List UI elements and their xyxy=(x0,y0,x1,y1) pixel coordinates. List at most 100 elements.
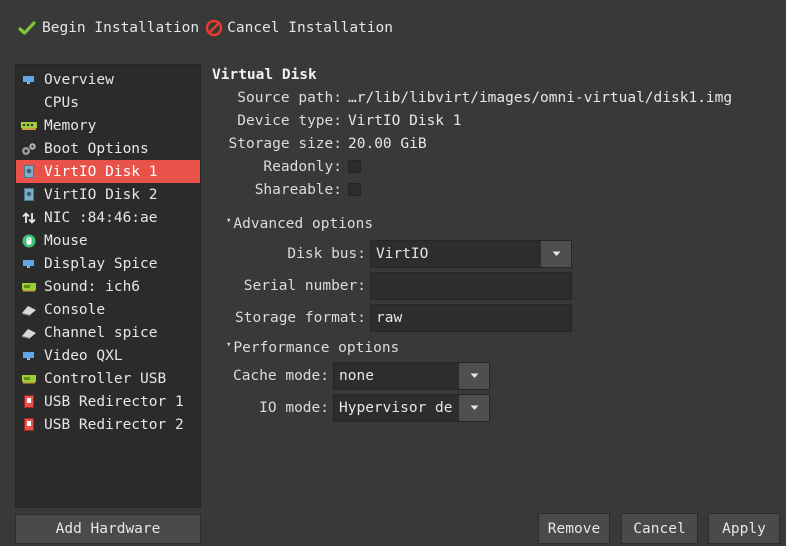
source-path-row: Source path: …r/lib/libvirt/images/omni-… xyxy=(212,86,780,109)
sidebar-item-label: Console xyxy=(44,301,106,318)
expander-arrow-icon: ▾ xyxy=(226,340,232,350)
disk-icon xyxy=(20,165,38,179)
disk-bus-value: VirtIO xyxy=(376,246,429,262)
sidebar-item-label: Memory xyxy=(44,117,97,134)
usb-redirector-icon xyxy=(20,418,38,432)
sidebar-item-label: Controller USB xyxy=(44,370,167,387)
chevron-down-icon xyxy=(541,241,571,267)
sidebar-item-label: VirtIO Disk 2 xyxy=(44,186,158,203)
sidebar-item-label: Channel spice xyxy=(44,324,158,341)
controller-icon xyxy=(20,372,38,386)
sidebar-item-virtio-disk-2[interactable]: VirtIO Disk 2 xyxy=(16,183,200,206)
shareable-checkbox[interactable] xyxy=(348,183,361,196)
toolbar: Begin Installation Cancel Installation xyxy=(0,0,786,56)
sidebar-item-label: Boot Options xyxy=(44,140,149,157)
monitor-icon xyxy=(20,73,38,87)
cpu-icon xyxy=(20,96,38,110)
apply-button[interactable]: Apply xyxy=(708,513,780,544)
performance-options-expander[interactable]: ▾ Performance options xyxy=(226,337,780,359)
io-mode-select[interactable]: Hypervisor de xyxy=(333,394,490,422)
sidebar-item-usb-redirector-1[interactable]: USB Redirector 1 xyxy=(16,390,200,413)
channel-icon xyxy=(20,326,38,340)
io-mode-value: Hypervisor de xyxy=(339,400,453,416)
checkmark-icon xyxy=(18,20,36,36)
cancel-installation-label: Cancel Installation xyxy=(227,20,394,36)
disk-bus-select[interactable]: VirtIO xyxy=(370,240,572,268)
sidebar-item-console[interactable]: Console xyxy=(16,298,200,321)
expander-arrow-icon: ▾ xyxy=(226,216,232,226)
readonly-checkbox[interactable] xyxy=(348,160,361,173)
io-mode-label: IO mode: xyxy=(259,400,329,416)
sidebar-item-label: NIC :84:46:ae xyxy=(44,209,158,226)
advanced-options-expander[interactable]: ▾ Advanced options xyxy=(226,213,780,235)
sound-card-icon xyxy=(20,280,38,294)
hardware-list: Overview CPUs Memory Boot Options VirtIO… xyxy=(15,64,201,508)
add-hardware-button[interactable]: Add Hardware xyxy=(15,514,201,544)
readonly-label: Readonly: xyxy=(263,158,342,175)
cancel-icon xyxy=(205,19,223,37)
chevron-down-icon xyxy=(459,363,489,389)
sidebar-item-sound[interactable]: Sound: ich6 xyxy=(16,275,200,298)
cancel-installation-button[interactable]: Cancel Installation xyxy=(205,19,393,37)
sidebar-item-display-spice[interactable]: Display Spice xyxy=(16,252,200,275)
serial-number-label: Serial number: xyxy=(243,278,366,294)
serial-number-row: Serial number: xyxy=(212,271,780,301)
sidebar-item-cpus[interactable]: CPUs xyxy=(16,91,200,114)
device-type-value: VirtIO Disk 1 xyxy=(348,112,462,129)
sidebar-item-label: VirtIO Disk 1 xyxy=(44,163,158,180)
disk-bus-label: Disk bus: xyxy=(287,246,366,262)
begin-installation-label: Begin Installation xyxy=(42,20,200,36)
sidebar-item-controller-usb[interactable]: Controller USB xyxy=(16,367,200,390)
device-type-row: Device type: VirtIO Disk 1 xyxy=(212,109,780,132)
storage-format-label: Storage format: xyxy=(235,310,366,326)
sidebar-item-label: Sound: ich6 xyxy=(44,278,141,295)
cache-mode-label: Cache mode: xyxy=(232,368,329,384)
memory-icon xyxy=(20,119,38,133)
device-type-label: Device type: xyxy=(237,112,342,129)
remove-button[interactable]: Remove xyxy=(538,513,610,544)
cache-mode-select[interactable]: none xyxy=(333,362,490,390)
sidebar-item-memory[interactable]: Memory xyxy=(16,114,200,137)
sidebar-item-overview[interactable]: Overview xyxy=(16,68,200,91)
storage-format-row: Storage format: xyxy=(212,303,780,333)
sidebar-item-mouse[interactable]: Mouse xyxy=(16,229,200,252)
serial-number-input[interactable] xyxy=(370,272,572,300)
disk-bus-row: Disk bus: VirtIO xyxy=(212,239,780,269)
sidebar-item-video-qxl[interactable]: Video QXL xyxy=(16,344,200,367)
sidebar-item-virtio-disk-1[interactable]: VirtIO Disk 1 xyxy=(16,160,200,183)
source-path-label: Source path: xyxy=(237,89,342,106)
sidebar-item-label: USB Redirector 2 xyxy=(44,416,184,433)
sidebar-item-label: Overview xyxy=(44,71,114,88)
shareable-label: Shareable: xyxy=(254,181,342,198)
vm-hardware-window: Begin Installation Cancel Installation O… xyxy=(0,0,786,546)
console-icon xyxy=(20,303,38,317)
cache-mode-value: none xyxy=(339,368,374,384)
storage-size-label: Storage size: xyxy=(228,135,343,152)
sidebar-item-usb-redirector-2[interactable]: USB Redirector 2 xyxy=(16,413,200,436)
cache-mode-row: Cache mode: none xyxy=(212,361,780,391)
sidebar-item-label: Display Spice xyxy=(44,255,158,272)
shareable-row: Shareable: xyxy=(212,178,780,201)
sidebar-item-label: CPUs xyxy=(44,94,79,111)
begin-installation-button[interactable]: Begin Installation xyxy=(18,20,199,36)
gears-icon xyxy=(20,142,38,156)
chevron-down-icon xyxy=(459,395,489,421)
sidebar-item-label: Mouse xyxy=(44,232,88,249)
sidebar-item-label: Video QXL xyxy=(44,347,123,364)
readonly-row: Readonly: xyxy=(212,155,780,178)
storage-format-input[interactable] xyxy=(370,304,572,332)
sidebar-item-nic[interactable]: NIC :84:46:ae xyxy=(16,206,200,229)
usb-redirector-icon xyxy=(20,395,38,409)
video-icon xyxy=(20,349,38,363)
display-icon xyxy=(20,257,38,271)
sidebar-item-channel-spice[interactable]: Channel spice xyxy=(16,321,200,344)
cancel-button[interactable]: Cancel xyxy=(621,513,698,544)
source-path-value: …r/lib/libvirt/images/omni-virtual/disk1… xyxy=(348,89,733,106)
sidebar-item-boot-options[interactable]: Boot Options xyxy=(16,137,200,160)
advanced-options-label: Advanced options xyxy=(233,216,374,232)
mouse-icon xyxy=(20,234,38,248)
disk-icon xyxy=(20,188,38,202)
storage-size-row: Storage size: 20.00 GiB xyxy=(212,132,780,155)
section-title: Virtual Disk xyxy=(212,67,317,83)
sidebar-item-label: USB Redirector 1 xyxy=(44,393,184,410)
